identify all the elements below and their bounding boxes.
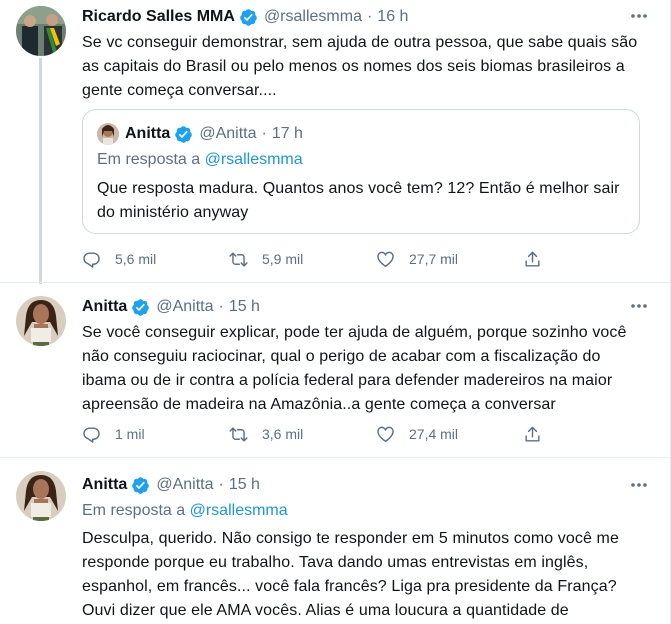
tweet-feed: Ricardo Salles MMA @rsallesmma · 16 h Se… xyxy=(0,0,671,624)
like-count: 27,4 mil xyxy=(409,426,459,442)
tweet-text-line: espanhol, em francês... você fala francê… xyxy=(82,578,617,595)
replying-to: Em resposta a @rsallesmma xyxy=(82,500,288,522)
replying-mention[interactable]: @rsallesmma xyxy=(190,502,288,519)
author-handle[interactable]: @Anitta xyxy=(156,476,213,494)
reply-count: 1 mil xyxy=(115,426,145,442)
share-button[interactable] xyxy=(523,425,563,444)
heart-icon xyxy=(377,426,394,442)
quoted-avatar xyxy=(97,123,119,145)
author-handle[interactable]: @rsallesmma xyxy=(264,8,362,26)
tweet-actions: 5,6 mil 5,9 mil 27,7 mil xyxy=(82,247,563,271)
replying-to: Em resposta a @rsallesmma xyxy=(97,149,625,171)
tweet-text-line: Se você conseguir explicar, pode ter aju… xyxy=(82,324,627,341)
share-icon xyxy=(525,426,540,442)
like-button[interactable]: 27,4 mil xyxy=(376,425,523,444)
tweet-text-line: Ouvi dizer que ele AMA vocês. Alias é um… xyxy=(82,602,569,619)
author-name[interactable]: Anitta xyxy=(82,298,127,316)
retweet-icon xyxy=(229,426,248,442)
quoted-author-handle: @Anitta xyxy=(199,125,257,142)
more-options-icon[interactable] xyxy=(629,296,649,316)
retweet-button[interactable]: 3,6 mil xyxy=(229,425,376,444)
share-icon xyxy=(525,251,540,267)
separator-dot: · xyxy=(261,125,267,142)
tweet-text-line: gente começa conversar.... xyxy=(82,82,277,99)
verified-badge-icon xyxy=(174,125,193,144)
retweet-icon xyxy=(229,251,248,267)
avatar[interactable] xyxy=(16,6,66,56)
retweet-count: 5,9 mil xyxy=(262,251,304,267)
replying-mention[interactable]: @rsallesmma xyxy=(205,151,303,168)
verified-badge-icon xyxy=(239,8,258,27)
avatar[interactable] xyxy=(16,471,66,521)
author-name[interactable]: Anitta xyxy=(82,476,127,494)
tweet[interactable]: Ricardo Salles MMA @rsallesmma · 16 h Se… xyxy=(0,0,671,282)
replying-prefix: Em resposta a xyxy=(82,502,186,519)
tweet-text-line: responde porque eu trabalho. Tava dando … xyxy=(82,554,589,571)
author-handle[interactable]: @Anitta xyxy=(156,298,213,316)
quoted-timestamp: 17 h xyxy=(271,125,303,142)
verified-badge-icon xyxy=(131,298,150,317)
avatar[interactable] xyxy=(16,296,66,346)
reply-icon xyxy=(83,251,100,268)
tweet-text-line: ibama ou de ir contra a polícia federal … xyxy=(82,372,613,389)
author-name[interactable]: Ricardo Salles MMA xyxy=(82,8,235,26)
tweet[interactable]: Anitta @Anitta · 15 h Se você conseguir … xyxy=(0,283,671,457)
tweet-text-line: Desculpa, querido. Não consigo te respon… xyxy=(82,530,619,547)
tweet-timestamp[interactable]: 15 h xyxy=(229,476,260,494)
verified-badge-icon xyxy=(131,476,150,495)
tweet-text: Desculpa, querido. Não consigo te respon… xyxy=(82,527,657,623)
quoted-text-line: Que resposta madura. Quantos anos você t… xyxy=(97,180,620,197)
more-options-icon[interactable] xyxy=(629,475,649,495)
reply-button[interactable]: 5,6 mil xyxy=(82,250,229,269)
more-options-icon[interactable] xyxy=(629,6,649,26)
tweet-text: Se vc conseguir demonstrar, sem ajuda de… xyxy=(82,31,657,103)
tweet-timestamp[interactable]: 16 h xyxy=(377,8,408,26)
reply-count: 5,6 mil xyxy=(115,251,157,267)
like-button[interactable]: 27,7 mil xyxy=(376,250,523,269)
separator-dot: · xyxy=(218,298,224,315)
replying-prefix: Em resposta a xyxy=(97,151,201,168)
separator-dot: · xyxy=(218,476,224,493)
share-button[interactable] xyxy=(523,250,563,269)
tweet-text-line: as capitais do Brasil ou pelo menos os n… xyxy=(82,58,625,75)
retweet-count: 3,6 mil xyxy=(262,426,304,442)
quoted-text: Que resposta madura. Quantos anos você t… xyxy=(97,177,625,225)
like-count: 27,7 mil xyxy=(409,251,459,267)
tweet-text-line: apreensão de madeira na Amazônia..a gent… xyxy=(82,396,556,413)
heart-icon xyxy=(377,251,394,267)
tweet-timestamp[interactable]: 15 h xyxy=(229,298,260,316)
tweet-text-line: não conseguiu raciocinar, qual o perigo … xyxy=(82,348,601,365)
quoted-author-name: Anitta xyxy=(125,125,171,142)
separator-dot: · xyxy=(366,8,373,25)
tweet-actions: 1 mil 3,6 mil 27,4 mil xyxy=(82,422,563,446)
quoted-text-line: do ministério anyway xyxy=(97,204,249,221)
retweet-button[interactable]: 5,9 mil xyxy=(229,250,376,269)
reply-button[interactable]: 1 mil xyxy=(82,425,229,444)
tweet-text: Se você conseguir explicar, pode ter aju… xyxy=(82,321,657,417)
tweet-text-line: Se vc conseguir demonstrar, sem ajuda de… xyxy=(82,34,638,51)
reply-icon xyxy=(83,426,100,443)
quoted-tweet[interactable]: Anitta @Anitta · 17 h Em resposta a @rsa… xyxy=(82,109,640,234)
tweet[interactable]: Anitta @Anitta · 15 h Em resposta a @rsa… xyxy=(0,458,671,624)
